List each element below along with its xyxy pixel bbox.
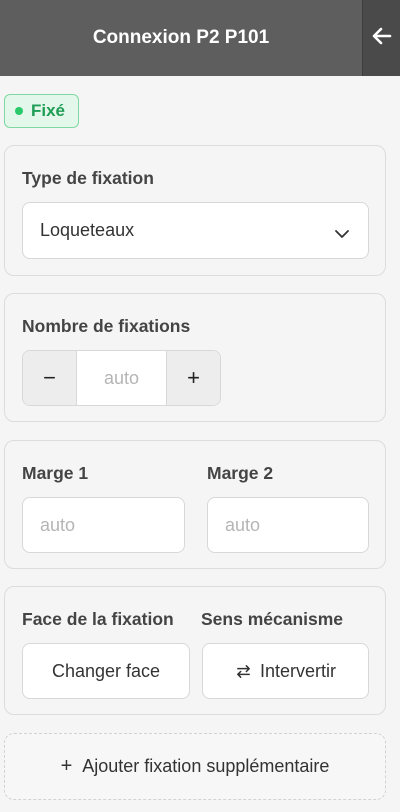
status-badge-label: Fixé bbox=[31, 101, 66, 120]
margin2-label: Marge 2 bbox=[207, 463, 274, 483]
margins-card: Marge 1 Marge 2 bbox=[4, 440, 386, 569]
margin2-input[interactable] bbox=[207, 497, 369, 553]
plus-icon: + bbox=[60, 755, 73, 777]
fixation-type-select[interactable]: Loqueteaux bbox=[22, 202, 369, 259]
change-face-button[interactable]: Changer face bbox=[22, 643, 190, 699]
header-bar: Connexion P2 P101 bbox=[0, 0, 400, 76]
swap-arrows-icon bbox=[235, 663, 252, 680]
face-label: Face de la fixation bbox=[22, 609, 174, 629]
swap-direction-label: Intervertir bbox=[259, 660, 337, 681]
add-fixation-label: Ajouter fixation supplémentaire bbox=[82, 756, 330, 776]
swap-direction-button[interactable]: Intervertir bbox=[202, 643, 369, 699]
margin1-label: Marge 1 bbox=[22, 463, 89, 483]
change-face-label: Changer face bbox=[51, 660, 161, 681]
back-button[interactable] bbox=[362, 0, 400, 76]
fixation-type-value: Loqueteaux bbox=[40, 220, 135, 240]
chevron-down-icon bbox=[334, 224, 350, 245]
status-dot-icon bbox=[15, 107, 23, 115]
decrement-button[interactable]: − bbox=[23, 351, 77, 405]
add-fixation-button[interactable]: + Ajouter fixation supplémentaire bbox=[4, 733, 386, 800]
margin1-input[interactable] bbox=[22, 497, 185, 553]
fixation-type-label: Type de fixation bbox=[22, 168, 154, 188]
increment-button[interactable]: + bbox=[166, 351, 220, 405]
arrow-left-icon bbox=[370, 24, 394, 53]
fixation-type-card: Type de fixation Loqueteaux bbox=[4, 145, 386, 276]
fixation-count-stepper: − + bbox=[22, 350, 221, 406]
page-title: Connexion P2 P101 bbox=[92, 27, 270, 48]
direction-label: Sens mécanisme bbox=[201, 609, 344, 629]
fixation-count-label: Nombre de fixations bbox=[22, 316, 191, 336]
face-direction-card: Face de la fixation Sens mécanisme Chang… bbox=[4, 586, 386, 715]
fixation-count-card: Nombre de fixations − + bbox=[4, 293, 386, 422]
status-badge: Fixé bbox=[4, 94, 79, 128]
fixation-count-input[interactable] bbox=[77, 351, 166, 405]
